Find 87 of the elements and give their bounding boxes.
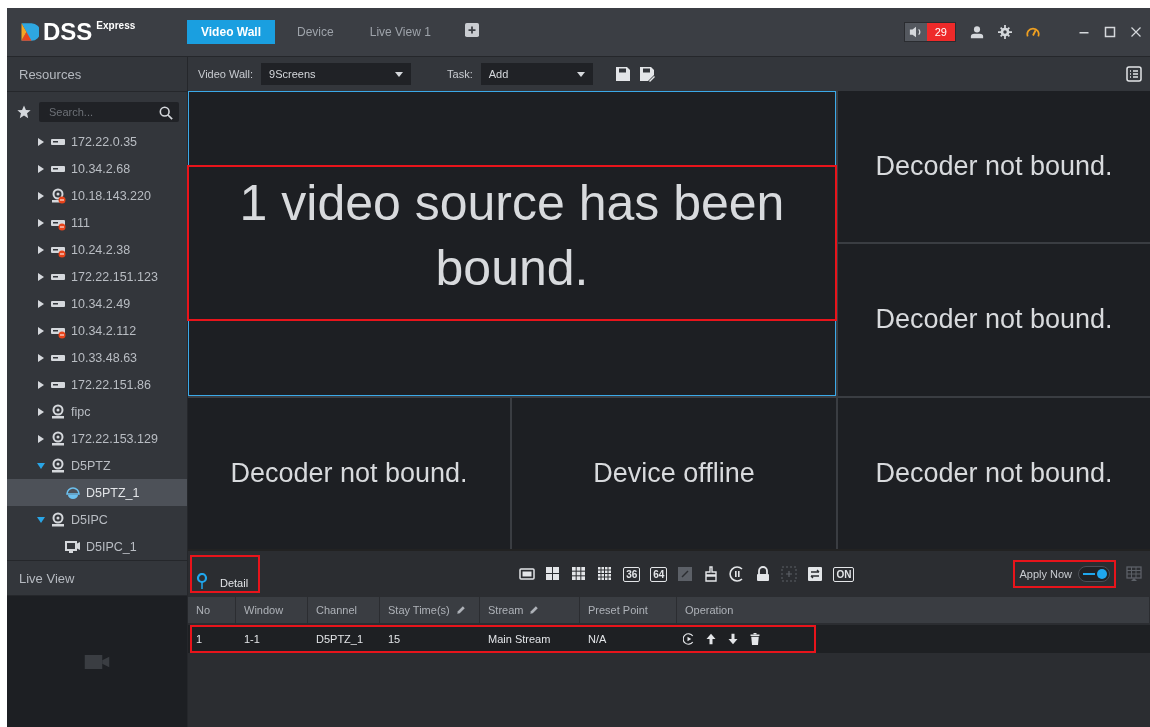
logo-icon xyxy=(19,22,39,42)
column-header: Preset Point xyxy=(580,597,677,623)
layout-button[interactable]: ON xyxy=(833,566,855,582)
column-header: Stream xyxy=(480,597,580,623)
column-header: No xyxy=(188,597,236,623)
maximize-icon[interactable] xyxy=(1104,26,1116,38)
caret-icon[interactable] xyxy=(37,272,45,281)
caret-icon[interactable] xyxy=(37,434,45,443)
four-screen-icon[interactable] xyxy=(545,566,562,582)
add-tab-icon[interactable] xyxy=(464,23,479,37)
broom-icon[interactable] xyxy=(703,566,720,582)
tree-item[interactable]: 172.22.153.129 xyxy=(7,425,187,452)
swap-icon[interactable] xyxy=(807,566,824,582)
caret-icon[interactable] xyxy=(37,407,45,416)
caret-icon[interactable] xyxy=(37,191,45,200)
tree-item[interactable]: D5IPC xyxy=(7,506,187,533)
toggle-label: Apply Now xyxy=(1019,568,1072,580)
single-screen-icon[interactable] xyxy=(519,566,536,582)
tree-item[interactable]: 10.24.2.38 xyxy=(7,236,187,263)
tree-item[interactable]: D5IPC_1 xyxy=(7,533,187,560)
star-icon[interactable] xyxy=(17,105,31,119)
close-icon[interactable] xyxy=(1130,26,1142,38)
column-header: Operation xyxy=(677,597,1150,623)
tab[interactable]: Device xyxy=(283,20,348,44)
app-logo: DSS xyxy=(43,18,93,46)
lock-icon[interactable] xyxy=(755,566,772,582)
video-wall-window[interactable]: Decoder not bound. xyxy=(838,397,1150,549)
task-dropdown[interactable]: Add xyxy=(480,63,593,85)
tree-item[interactable]: 10.34.2.49 xyxy=(7,290,187,317)
save-icon[interactable] xyxy=(614,66,631,82)
pencil-icon[interactable] xyxy=(529,605,540,615)
caret-icon[interactable] xyxy=(37,299,45,308)
video-wall-window[interactable]: Device offline xyxy=(512,397,836,549)
sixteen-screen-icon[interactable] xyxy=(597,566,614,582)
save-as-icon[interactable] xyxy=(638,66,655,82)
toggle-switch[interactable] xyxy=(1078,566,1110,582)
detail-label[interactable]: Detail xyxy=(220,577,249,589)
column-header: Channel xyxy=(308,597,380,623)
field-label: Task: xyxy=(447,68,473,80)
column-header: Window xyxy=(236,597,308,623)
delete-icon[interactable] xyxy=(749,633,761,645)
user-icon[interactable] xyxy=(970,25,984,39)
caret-icon[interactable] xyxy=(37,218,45,227)
caret-icon[interactable] xyxy=(37,245,45,254)
caret-icon[interactable] xyxy=(395,70,404,78)
pencil-icon[interactable] xyxy=(455,605,466,615)
pin-icon[interactable] xyxy=(194,573,210,589)
caret-icon[interactable] xyxy=(37,164,45,173)
gauge-icon[interactable] xyxy=(1026,25,1040,39)
speaker-icon[interactable] xyxy=(908,25,923,39)
caret-icon[interactable] xyxy=(37,137,45,146)
settings-icon[interactable] xyxy=(998,25,1012,39)
tree-item[interactable]: 10.18.143.220 xyxy=(7,182,187,209)
caret-icon[interactable] xyxy=(576,70,585,78)
play-icon[interactable] xyxy=(683,633,695,645)
tree-item[interactable]: D5PTZ_1 xyxy=(7,479,187,506)
search-icon[interactable] xyxy=(159,106,173,120)
alarm-count[interactable]: 29 xyxy=(926,23,955,41)
caret-icon[interactable] xyxy=(37,353,45,362)
app-edition: Express xyxy=(96,20,136,31)
video-wall-dropdown[interactable]: 9Screens xyxy=(261,63,412,85)
tree-item[interactable]: fipc xyxy=(7,398,187,425)
caret-icon[interactable] xyxy=(37,380,45,389)
column-header: Stay Time(s) xyxy=(380,597,480,623)
move-down-icon[interactable] xyxy=(727,633,739,645)
tree-item[interactable]: 172.22.151.86 xyxy=(7,371,187,398)
tab[interactable]: Live View 1 xyxy=(355,20,445,44)
move-up-icon[interactable] xyxy=(705,633,717,645)
tree-item[interactable]: 10.33.48.63 xyxy=(7,344,187,371)
list-icon[interactable] xyxy=(1126,66,1142,82)
field-label: Video Wall: xyxy=(198,68,254,80)
search-field[interactable]: Search... xyxy=(39,102,179,122)
video-wall-window[interactable]: Decoder not bound. xyxy=(838,244,1150,396)
layout-button[interactable]: 36 xyxy=(623,566,641,582)
video-wall-window[interactable]: 1 video source has been bound. xyxy=(188,91,836,396)
tree-item[interactable]: D5PTZ xyxy=(7,452,187,479)
tree-item[interactable]: 172.22.151.123 xyxy=(7,263,187,290)
video-wall-window[interactable]: Decoder not bound. xyxy=(838,91,1150,243)
video-wall-window[interactable]: Decoder not bound. xyxy=(188,397,510,549)
panel-title: Resources xyxy=(7,57,187,92)
tree-item[interactable]: 111 xyxy=(7,209,187,236)
layout-button[interactable]: 64 xyxy=(650,566,668,582)
nine-screen-icon[interactable] xyxy=(571,566,588,582)
tree-item[interactable]: 10.34.2.68 xyxy=(7,155,187,182)
tree-item[interactable]: 172.22.0.35 xyxy=(7,128,187,155)
tree-item[interactable]: 10.34.2.112 xyxy=(7,317,187,344)
caret-icon[interactable] xyxy=(37,326,45,335)
